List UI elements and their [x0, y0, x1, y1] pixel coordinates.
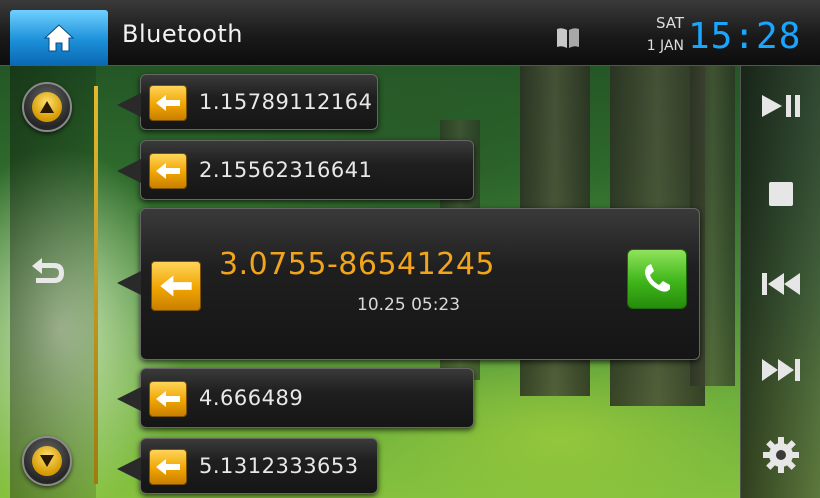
incoming-call-badge — [149, 381, 187, 417]
scroll-down-button[interactable] — [22, 436, 72, 486]
gear-icon — [763, 437, 799, 473]
play-pause-button[interactable] — [752, 86, 810, 126]
home-button[interactable] — [10, 10, 108, 66]
call-log-entry[interactable]: 1.15789112164 — [117, 74, 378, 130]
entry-number: 2.15562316641 — [199, 158, 373, 182]
home-icon — [43, 24, 75, 52]
call-log-entry[interactable]: 5.1312333653 — [117, 438, 378, 494]
top-bar: Bluetooth SAT 1 JAN 15:28 — [0, 0, 820, 66]
arrow-down-icon — [40, 455, 54, 467]
call-log-entry[interactable]: 2.15562316641 — [117, 140, 474, 200]
stop-icon — [769, 182, 793, 206]
next-track-button[interactable] — [752, 350, 810, 390]
book-icon[interactable] — [555, 26, 581, 50]
next-track-icon — [762, 359, 800, 381]
clock: 15:28 — [688, 16, 802, 57]
page-title: Bluetooth — [122, 20, 244, 48]
incoming-call-badge — [149, 85, 187, 121]
incoming-call-badge — [151, 261, 201, 311]
call-log-entry-selected[interactable]: 3.0755-86541245 10.25 05:23 — [117, 208, 700, 360]
arrow-up-icon — [40, 101, 54, 113]
arrow-left-icon — [156, 459, 180, 475]
incoming-call-badge — [149, 153, 187, 189]
phone-icon — [645, 264, 670, 292]
call-log-entry[interactable]: 4.666489 — [117, 368, 474, 428]
call-button[interactable] — [627, 249, 687, 309]
date-label: 1 JAN — [646, 38, 684, 54]
scroll-up-button[interactable] — [22, 82, 72, 132]
previous-track-button[interactable] — [752, 264, 810, 304]
list-indicator-line — [94, 86, 98, 484]
entry-number: 4.666489 — [199, 386, 304, 410]
settings-button[interactable] — [752, 430, 810, 480]
previous-track-icon — [762, 273, 800, 295]
selected-entry-time: 10.25 05:23 — [357, 295, 461, 315]
day-label: SAT — [655, 14, 684, 32]
arrow-left-icon — [156, 95, 180, 111]
arrow-left-icon — [156, 163, 180, 179]
arrow-left-icon — [156, 391, 180, 407]
entry-number: 5.1312333653 — [199, 454, 359, 478]
play-pause-icon — [762, 95, 800, 117]
incoming-call-badge — [149, 449, 187, 485]
arrow-left-icon — [160, 275, 192, 297]
stop-button[interactable] — [752, 174, 810, 214]
selected-entry-number: 3.0755-86541245 — [219, 247, 495, 282]
back-icon[interactable] — [22, 252, 72, 292]
entry-number: 1.15789112164 — [199, 90, 373, 114]
